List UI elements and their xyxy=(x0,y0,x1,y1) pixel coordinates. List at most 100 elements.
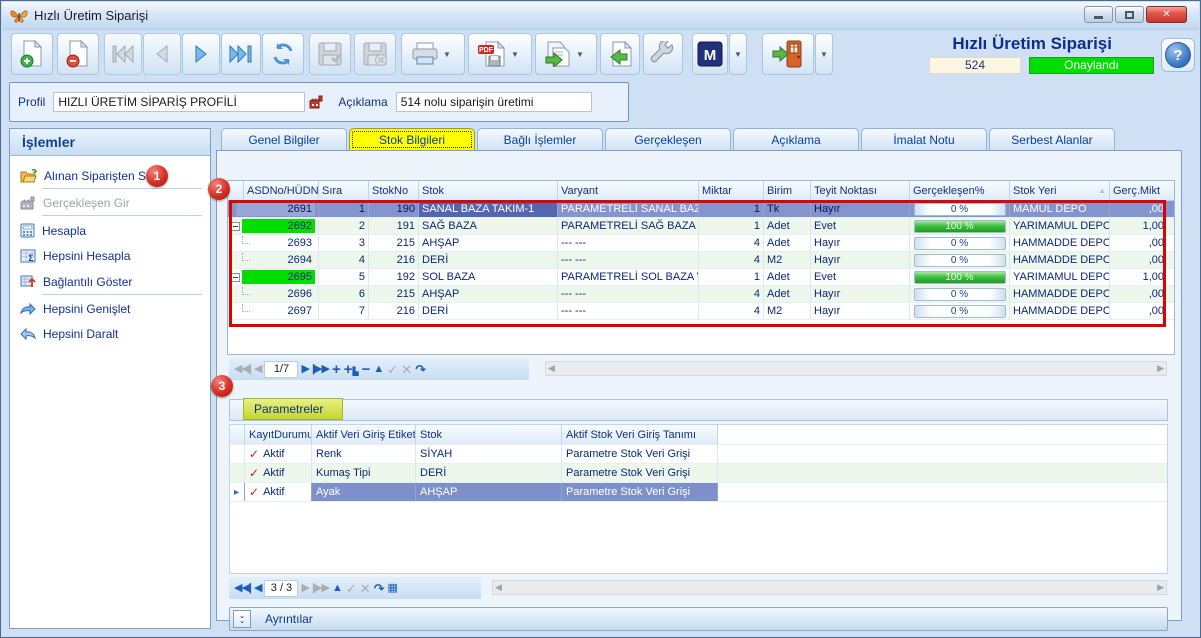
save-button[interactable] xyxy=(309,33,351,75)
param-nav-edit-button[interactable]: ▲ xyxy=(332,583,343,594)
tab-imalat-notu[interactable]: İmalat Notu xyxy=(861,128,987,151)
scroll-right-icon[interactable]: ▶ xyxy=(1157,364,1164,373)
tab-bagli-islemler[interactable]: Bağlı İşlemler xyxy=(477,128,603,151)
table-row[interactable]: 2692 2 191 SAĞ BAZA PARAMETRELİ SAĞ BAZA… xyxy=(228,218,1174,235)
grid-nav-post-button[interactable]: ✓ xyxy=(387,363,398,376)
previous-record-button[interactable] xyxy=(143,33,181,75)
param-nav-next-button[interactable]: ▶ xyxy=(301,583,308,594)
table-row[interactable]: 2691 1 190 SANAL BAZA TAKIM-1 PARAMETREL… xyxy=(228,201,1174,218)
expand-details-button[interactable]: ⌄⌄ xyxy=(233,610,251,628)
table-row[interactable]: 2693 3 215 AHŞAP --- --- 4 Adet Hayır 0 … xyxy=(228,235,1174,252)
scroll-right-icon[interactable]: ▶ xyxy=(1157,583,1164,592)
m-module-dropdown[interactable]: ▼ xyxy=(729,33,747,75)
sidebar-item-gerceklesen-gir[interactable]: Gerçekleşen Gir xyxy=(10,192,210,214)
sidebar-item-baglantili-goster[interactable]: Bağlantılı Göster xyxy=(10,270,210,293)
refresh-button[interactable] xyxy=(262,33,304,75)
varyant-cell: --- --- xyxy=(558,252,699,268)
param-nav-cancel-button[interactable]: ✕ xyxy=(360,582,371,595)
grid-header-asdno[interactable]: ASDNo/HÜDNo xyxy=(244,181,319,200)
grid-header-stok-yeri[interactable]: Stok Yeri▲ xyxy=(1010,181,1110,200)
help-button[interactable]: ? xyxy=(1161,38,1195,72)
settings-button[interactable] xyxy=(643,33,683,75)
last-record-button[interactable] xyxy=(221,33,261,75)
details-expander-bar[interactable]: ⌄⌄ Ayrıntılar xyxy=(229,607,1168,631)
param-header-etiket[interactable]: Aktif Veri Giriş Etiketi xyxy=(312,425,416,444)
copy-dropdown-arrow[interactable]: ▼ xyxy=(572,50,588,59)
table-row[interactable]: 2697 7 216 DERİ --- --- 4 M2 Hayır 0 % H… xyxy=(228,303,1174,320)
m-module-button[interactable]: M xyxy=(692,33,728,75)
sidebar-item-hepsini-daralt[interactable]: Hepsini Daralt xyxy=(10,323,210,345)
print-button[interactable]: ▼ xyxy=(401,33,465,75)
param-nav-form-view-button[interactable]: ▦ xyxy=(388,583,398,594)
grid-nav-first-button[interactable]: ◀◀| xyxy=(234,364,251,375)
scroll-left-icon[interactable]: ◀ xyxy=(495,583,502,592)
grid-nav-next-button[interactable]: ▶ xyxy=(301,364,308,375)
grid-nav-prev-button[interactable]: ◀ xyxy=(254,364,261,375)
close-button[interactable]: ✕ xyxy=(1146,6,1187,23)
table-row[interactable]: ✓Aktif Kumaş Tipi DERİ Parametre Stok Ve… xyxy=(230,464,1167,483)
grid-header-teyit[interactable]: Teyit Noktası xyxy=(811,181,910,200)
pdf-dropdown-arrow[interactable]: ▼ xyxy=(507,50,523,59)
grid-nav-delete-button[interactable]: − xyxy=(362,362,371,377)
grid-nav-add-button[interactable]: + xyxy=(332,362,341,377)
collapse-node-icon[interactable] xyxy=(231,222,240,231)
grid-nav-refresh-button[interactable]: ↷ xyxy=(415,363,426,376)
grid-nav-edit-button[interactable]: ▲ xyxy=(373,364,384,375)
grid-header-birim[interactable]: Birim xyxy=(764,181,811,200)
param-nav-prev-button[interactable]: ◀ xyxy=(254,583,261,594)
param-header-stok[interactable]: Stok xyxy=(416,425,562,444)
param-nav-refresh-button[interactable]: ↷ xyxy=(374,582,385,595)
table-row[interactable]: 2694 4 216 DERİ --- --- 4 M2 Hayır 0 % H… xyxy=(228,252,1174,269)
grid-nav-last-button[interactable]: |▶▶ xyxy=(312,364,329,375)
grid-header-gerc-mikt[interactable]: Gerç.Mikt xyxy=(1110,181,1167,200)
exit-dropdown[interactable]: ▼ xyxy=(815,33,833,75)
grid-header-stok[interactable]: Stok xyxy=(419,181,558,200)
tab-gerceklesen[interactable]: Gerçekleşen xyxy=(605,128,731,151)
description-input[interactable] xyxy=(396,92,592,112)
sidebar-item-hepsini-genislet[interactable]: Hepsini Genişlet xyxy=(10,298,210,320)
first-record-icon xyxy=(111,44,135,64)
collapse-node-icon[interactable] xyxy=(231,273,240,282)
import-button[interactable] xyxy=(600,33,640,75)
first-record-button[interactable] xyxy=(104,33,142,75)
profile-input[interactable] xyxy=(53,92,305,112)
tab-aciklama[interactable]: Açıklama xyxy=(733,128,859,151)
sidebar-item-hepsini-hesapla[interactable]: Σ Hepsini Hesapla xyxy=(10,245,210,267)
save-cancel-button[interactable] xyxy=(354,33,396,75)
grid-header-varyant[interactable]: Varyant xyxy=(558,181,699,200)
scroll-left-icon[interactable]: ◀ xyxy=(548,364,555,373)
parameters-horizontal-scrollbar[interactable]: ◀ ▶ xyxy=(492,580,1167,595)
param-header-tanim[interactable]: Aktif Stok Veri Giriş Tanımı xyxy=(562,425,718,444)
param-header-kayitdurumu[interactable]: KayıtDurumu xyxy=(245,425,312,444)
maximize-button[interactable] xyxy=(1115,6,1144,23)
grid-header-gerceklesen[interactable]: Gerçekleşen% xyxy=(910,181,1010,200)
tab-genel-bilgiler[interactable]: Genel Bilgiler xyxy=(221,128,347,151)
param-nav-last-button[interactable]: |▶▶ xyxy=(312,583,329,594)
grid-nav-cancel-button[interactable]: ✕ xyxy=(401,363,412,376)
table-row[interactable]: 2695 5 192 SOL BAZA PARAMETRELİ SOL BAZA… xyxy=(228,269,1174,286)
profile-lookup-icon[interactable] xyxy=(308,94,324,110)
table-row[interactable]: ✓Aktif Renk SİYAH Parametre Stok Veri Gr… xyxy=(230,445,1167,464)
parameters-tab[interactable]: Parametreler xyxy=(243,398,343,420)
sidebar-item-hesapla[interactable]: Hesapla xyxy=(10,219,210,242)
tab-stok-bilgileri[interactable]: Stok Bilgileri xyxy=(349,128,475,151)
delete-record-button[interactable] xyxy=(57,33,99,75)
new-record-button[interactable] xyxy=(11,33,53,75)
minimize-button[interactable] xyxy=(1084,6,1113,23)
param-nav-first-button[interactable]: ◀◀| xyxy=(234,583,251,594)
sidebar-item-alinan-sipáristen-sec[interactable]: Alınan Siparişten Seç xyxy=(10,165,210,187)
grid-horizontal-scrollbar[interactable]: ◀ ▶ xyxy=(545,361,1167,376)
table-row[interactable]: ▸ ✓Aktif Ayak AHŞAP Parametre Stok Veri … xyxy=(230,483,1167,502)
print-dropdown-arrow[interactable]: ▼ xyxy=(439,50,455,59)
copy-transfer-button[interactable]: ▼ xyxy=(535,33,597,75)
grid-nav-add-child-button[interactable]: +▙ xyxy=(344,362,359,377)
tab-serbest-alanlar[interactable]: Serbest Alanlar xyxy=(989,128,1115,151)
table-row[interactable]: 2696 6 215 AHŞAP --- --- 4 Adet Hayır 0 … xyxy=(228,286,1174,303)
pdf-export-button[interactable]: PDF ▼ xyxy=(468,33,532,75)
grid-header-sira[interactable]: Sıra xyxy=(319,181,369,200)
next-record-button[interactable] xyxy=(182,33,220,75)
param-nav-post-button[interactable]: ✓ xyxy=(346,582,357,595)
grid-header-miktar[interactable]: Miktar xyxy=(699,181,764,200)
grid-header-stokno[interactable]: StokNo xyxy=(369,181,419,200)
exit-button[interactable] xyxy=(762,33,814,75)
